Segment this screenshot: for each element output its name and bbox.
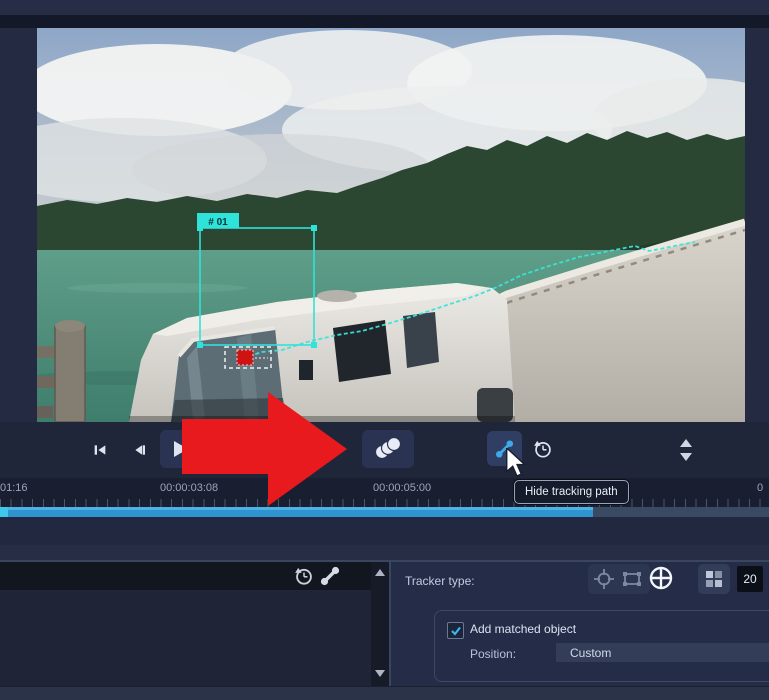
tracker-point[interactable] [236, 349, 254, 366]
video-frame: # 01 [37, 28, 745, 422]
mosaic-tracker-icon [706, 571, 722, 587]
tracking-tag-label: # 01 [208, 217, 228, 228]
top-bar [0, 0, 769, 15]
tracking-path-icon [320, 566, 340, 586]
scroll-up-icon[interactable] [374, 568, 386, 578]
checkmark-icon [450, 626, 461, 636]
timeline-track[interactable] [0, 507, 769, 517]
tracker-type-label: Tracker type: [405, 574, 475, 588]
position-dropdown[interactable]: Custom [556, 643, 769, 662]
history-button[interactable] [294, 566, 314, 591]
multipoint-tracker-icon [649, 566, 673, 590]
multipoint-tracker-button[interactable] [647, 564, 675, 597]
point-tracker-button[interactable] [592, 567, 616, 596]
left-panel-scrollbar[interactable] [371, 562, 389, 686]
bottom-strip [0, 686, 769, 700]
area-tracker-icon [623, 572, 641, 586]
tracker-options-panel: Tracker type: 20 Add matched object Posi… [391, 562, 769, 686]
go-to-start-button[interactable] [86, 436, 114, 464]
go-to-start-icon [94, 445, 106, 455]
annotation-arrow [182, 392, 347, 506]
reset-tracking-button[interactable] [527, 433, 559, 465]
transport-bar: 0:00:06:02 [0, 422, 769, 478]
left-panel-body [0, 590, 371, 686]
add-matched-object-label: Add matched object [470, 622, 577, 636]
video-editor-window: # 01 01:16 00:00:03:08 00:00:05:00 0 Tra… [0, 0, 769, 700]
timeline-gap [0, 517, 769, 545]
ruler-label: 01:16 [0, 482, 28, 494]
mouse-cursor [506, 448, 527, 477]
point-tracker-icon [594, 569, 614, 589]
tooltip-text: Hide tracking path [525, 486, 618, 498]
area-tracker-button[interactable] [620, 567, 644, 596]
spinner-arrows-icon [680, 439, 692, 461]
previous-frame-icon [135, 445, 145, 455]
ruler-label: 0 [757, 482, 764, 494]
preview-top-margin [0, 15, 769, 28]
timecode-spinner[interactable] [679, 436, 693, 464]
video-preview[interactable]: # 01 [37, 28, 745, 422]
tracking-points-value[interactable]: 20 [737, 566, 763, 592]
track-motion-button[interactable] [362, 430, 414, 468]
track-motion-circles-icon [374, 436, 402, 460]
track-start-cap [0, 507, 8, 517]
tooltip: Hide tracking path [514, 480, 629, 504]
ruler-label: 00:00:05:00 [373, 482, 432, 494]
position-value: Custom [570, 645, 612, 660]
mosaic-tracker-button[interactable] [698, 564, 730, 594]
left-panel-header [0, 562, 371, 590]
timeline-ruler[interactable]: 01:16 00:00:03:08 00:00:05:00 0 [0, 478, 769, 507]
add-matched-object-checkbox[interactable] [447, 622, 464, 639]
previous-frame-button[interactable] [126, 436, 154, 464]
tracking-path-button[interactable] [318, 564, 342, 593]
timeline-substrip [0, 545, 769, 560]
history-icon [534, 440, 551, 458]
position-label: Position: [470, 647, 517, 661]
ruler-ticks [0, 499, 769, 507]
scroll-down-icon[interactable] [374, 668, 386, 678]
history-icon [295, 567, 312, 585]
